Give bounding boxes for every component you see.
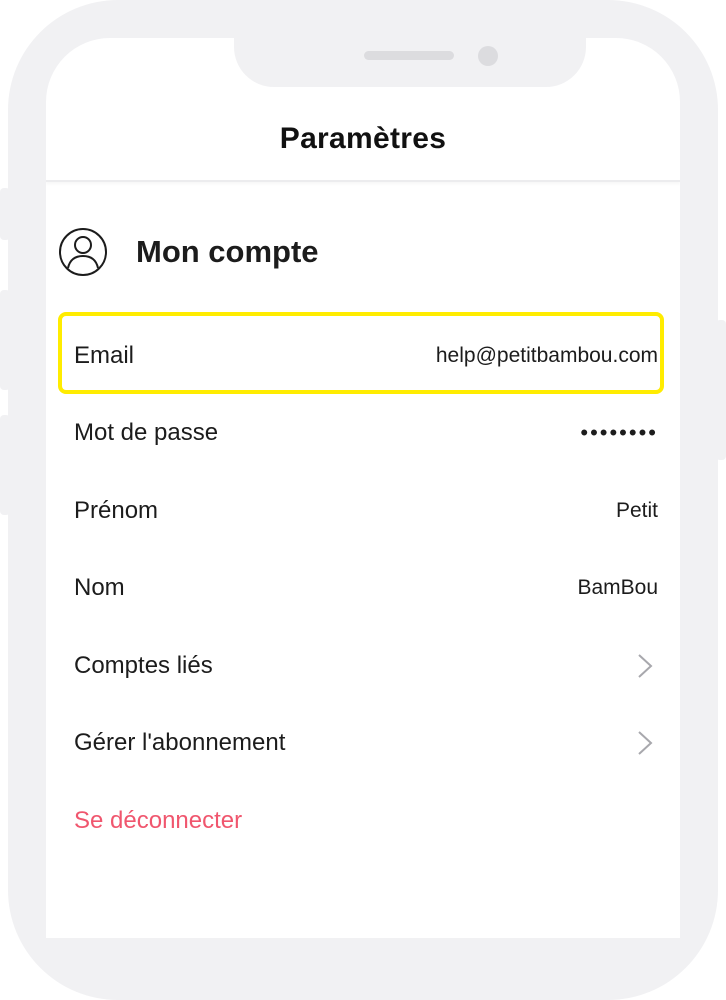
first-name-value: Petit (615, 499, 658, 522)
manage-subscription-row[interactable]: Gérer l'abonnement (74, 715, 658, 771)
last-name-row[interactable]: Nom BamBou (74, 560, 658, 616)
phone-side-button (0, 290, 10, 390)
password-row[interactable]: Mot de passe •••••••• (74, 405, 658, 461)
email-value: help@petitbambou.com (435, 344, 658, 367)
last-name-label: Nom (74, 574, 125, 601)
account-section-header: Mon compte (58, 226, 319, 278)
linked-accounts-label: Comptes liés (74, 652, 213, 679)
phone-side-button (716, 320, 726, 460)
page-title: Paramètres (279, 122, 447, 155)
phone-notch (234, 38, 586, 87)
chevron-right-icon (638, 654, 653, 678)
email-label: Email (74, 342, 135, 369)
phone-screen: Paramètres Mon compte Email help@petitba… (46, 38, 680, 938)
chevron-right-icon (638, 731, 653, 755)
logout-row: Se déconnecter (74, 793, 658, 849)
linked-accounts-row[interactable]: Comptes liés (74, 638, 658, 694)
logout-link[interactable]: Se déconnecter (74, 807, 242, 835)
user-account-icon (59, 228, 107, 276)
email-row[interactable]: Email help@petitbambou.com (74, 328, 658, 384)
phone-side-button (0, 188, 10, 240)
first-name-label: Prénom (74, 497, 159, 524)
first-name-row[interactable]: Prénom Petit (74, 483, 658, 539)
password-value: •••••••• (580, 420, 658, 445)
speaker-grille (364, 51, 454, 60)
manage-subscription-label: Gérer l'abonnement (74, 729, 286, 756)
section-title: Mon compte (136, 234, 319, 269)
front-camera (478, 46, 498, 66)
settings-header: Paramètres (46, 98, 680, 182)
last-name-value: BamBou (577, 576, 658, 599)
phone-side-button (0, 415, 10, 515)
password-label: Mot de passe (74, 419, 219, 446)
